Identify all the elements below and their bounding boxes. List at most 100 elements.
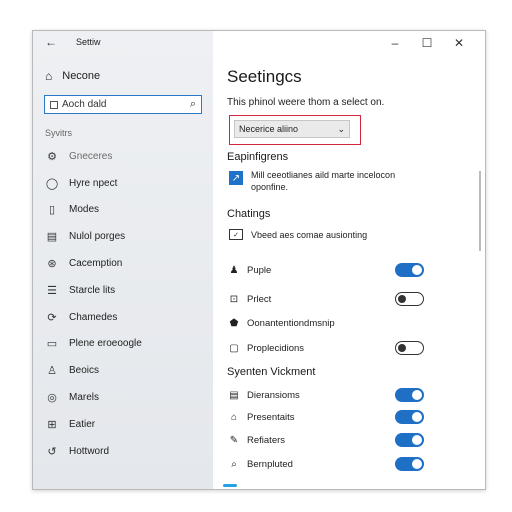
dropdown-value: Necerice aliino (239, 124, 299, 134)
lock-icon: ⌂ (230, 411, 238, 423)
search-value: Aoch dald (62, 99, 107, 110)
checkbox-icon[interactable]: ✓ (229, 229, 243, 240)
window-icon: ▢ (229, 342, 239, 354)
info-line: Mill ceeotlianes aild marte incelocon (251, 170, 396, 180)
sidebar-item-icon: ♙ (47, 365, 57, 378)
sidebar-item-icon: ⟳ (47, 311, 57, 324)
sidebar-item-icon: ◯ (45, 177, 59, 190)
sidebar-nav: ⚙ Gneceres ◯ Hyre npect ▯ Modes ▤ Nulol porg… (45, 143, 210, 465)
setting-label: Presentaits (247, 411, 295, 423)
sidebar-item-label: Hyre npect (69, 177, 118, 189)
toggle-knob (412, 412, 422, 422)
sidebar-item-icon: ⊛ (47, 258, 57, 271)
sidebar: ← Settiw ⌂ Necone Aoch dald ⌕ Syvitrs ⚙ G… (33, 31, 213, 489)
info-line: oponfine. (251, 182, 289, 192)
setting-label: Proplecidions (247, 342, 305, 354)
setting-label: Puple (247, 264, 272, 276)
settings-window: ← Settiw ⌂ Necone Aoch dald ⌕ Syvitrs ⚙ G… (32, 30, 486, 490)
person-icon: ♟ (229, 264, 239, 276)
page-title: Seetingcs (227, 67, 302, 86)
sidebar-item[interactable]: ▤ Nulol porges (45, 223, 210, 250)
sidebar-item[interactable]: ↺ Hottword (45, 438, 210, 465)
intro-text: This phinol weere thom a select on. (227, 97, 385, 108)
sidebar-item[interactable]: ⊞ Eatier (45, 411, 210, 438)
setting-label: Refiaters (247, 434, 286, 446)
sidebar-item-label: Modes (69, 204, 100, 216)
toggle-switch[interactable] (395, 292, 424, 306)
sidebar-item[interactable]: ◎ Marels (45, 384, 210, 411)
window-controls: – ☐ ✕ (379, 34, 475, 52)
back-arrow-icon[interactable]: ← (45, 35, 57, 49)
sidebar-item-icon: ▭ (46, 338, 58, 351)
section-heading: Eapinfigrens (227, 151, 289, 163)
home-link[interactable]: ⌂ Necone (45, 69, 100, 83)
sidebar-section-label: Syvitrs (45, 128, 72, 138)
setting-label: Dieransioms (247, 389, 300, 401)
sidebar-item-label: Hottword (69, 445, 110, 457)
close-icon[interactable]: ✕ (443, 34, 475, 52)
home-icon: ⌂ (45, 69, 53, 83)
frame-icon: ⊡ (229, 293, 239, 305)
toggle-switch[interactable] (395, 263, 424, 277)
toggle-knob (412, 265, 422, 275)
sidebar-item[interactable]: ▭ Plene eroeoogle (45, 331, 210, 358)
sidebar-item-label: Plene eroeoogle (69, 338, 142, 350)
list-icon: ▤ (229, 389, 239, 401)
sidebar-item[interactable]: ▯ Modes (45, 197, 210, 224)
toggle-knob (412, 459, 422, 469)
toggle-switch[interactable] (395, 433, 424, 447)
sidebar-item-icon: ↺ (47, 445, 57, 458)
magnifier-icon: ⌕ (231, 458, 237, 470)
section-heading: Syenten Vickment (227, 366, 316, 378)
sidebar-item[interactable]: ⚙ Gneceres (45, 143, 210, 170)
setting-label: Prlect (247, 293, 272, 305)
sidebar-item-label: Marels (69, 392, 100, 404)
sidebar-item[interactable]: ☰ Starcle lits (45, 277, 210, 304)
info-block: ↗ Mill ceeotlianes aild marte incelocon … (229, 169, 459, 193)
sidebar-item-icon: ☰ (47, 284, 57, 297)
toggle-switch[interactable] (395, 457, 424, 471)
sidebar-item-label: Starcle lits (69, 284, 116, 296)
minimize-icon[interactable]: – (379, 34, 411, 52)
sidebar-item-icon: ⊞ (47, 418, 57, 431)
chevron-down-icon: ⌄ (337, 123, 345, 134)
scrollbar[interactable] (479, 171, 481, 251)
search-input[interactable]: Aoch dald ⌕ (44, 95, 202, 114)
sidebar-item[interactable]: ⟳ Chamedes (45, 304, 210, 331)
sidebar-item-label: Chamedes (69, 311, 118, 323)
sidebar-item[interactable]: ◯ Hyre npect (45, 170, 210, 197)
toggle-switch[interactable] (395, 388, 424, 402)
toggle-knob (398, 294, 406, 303)
titlebar: ← Settiw (33, 31, 213, 53)
sidebar-item-label: Gneceres (69, 150, 113, 162)
sidebar-item-icon: ◎ (47, 392, 57, 405)
sidebar-item-label: Eatier (69, 418, 96, 430)
maximize-icon[interactable]: ☐ (411, 34, 443, 52)
home-label: Necone (62, 70, 101, 82)
sidebar-item-icon: ⚙ (47, 150, 57, 163)
dropdown-focus-outline: Necerice aliino ⌄ (229, 115, 361, 145)
search-field-icon (50, 100, 58, 109)
sidebar-item-label: Nulol porges (69, 231, 126, 243)
edit-icon: ✎ (229, 434, 239, 446)
toggle-switch[interactable] (395, 410, 424, 424)
window-title: Settiw (76, 37, 101, 47)
toggle-switch[interactable] (395, 341, 424, 355)
sidebar-item-label: Beoics (69, 365, 100, 377)
sidebar-item-icon: ▤ (46, 231, 58, 244)
note-row: ✓ Vbeed aes comae ausionting (229, 229, 367, 240)
scroll-indicator (223, 484, 237, 487)
settings-dropdown[interactable]: Necerice aliino ⌄ (234, 120, 350, 138)
sidebar-item-icon: ▯ (48, 204, 56, 217)
search-icon[interactable]: ⌕ (190, 98, 196, 111)
sidebar-item[interactable]: ♙ Beoics (45, 357, 210, 384)
toggle-knob (398, 343, 406, 352)
setting-label: Oonantentiondmsnip (247, 317, 335, 329)
sidebar-item[interactable]: ⊛ Cacemption (45, 250, 210, 277)
sidebar-item-label: Cacemption (69, 258, 123, 270)
setting-label: Bernpluted (247, 458, 293, 470)
toggle-knob (412, 390, 422, 400)
main-content: – ☐ ✕ Seetingcs This phinol weere thom a… (213, 31, 485, 489)
info-text: Mill ceeotlianes aild marte incelocon op… (251, 169, 395, 193)
info-icon: ↗ (229, 171, 243, 185)
